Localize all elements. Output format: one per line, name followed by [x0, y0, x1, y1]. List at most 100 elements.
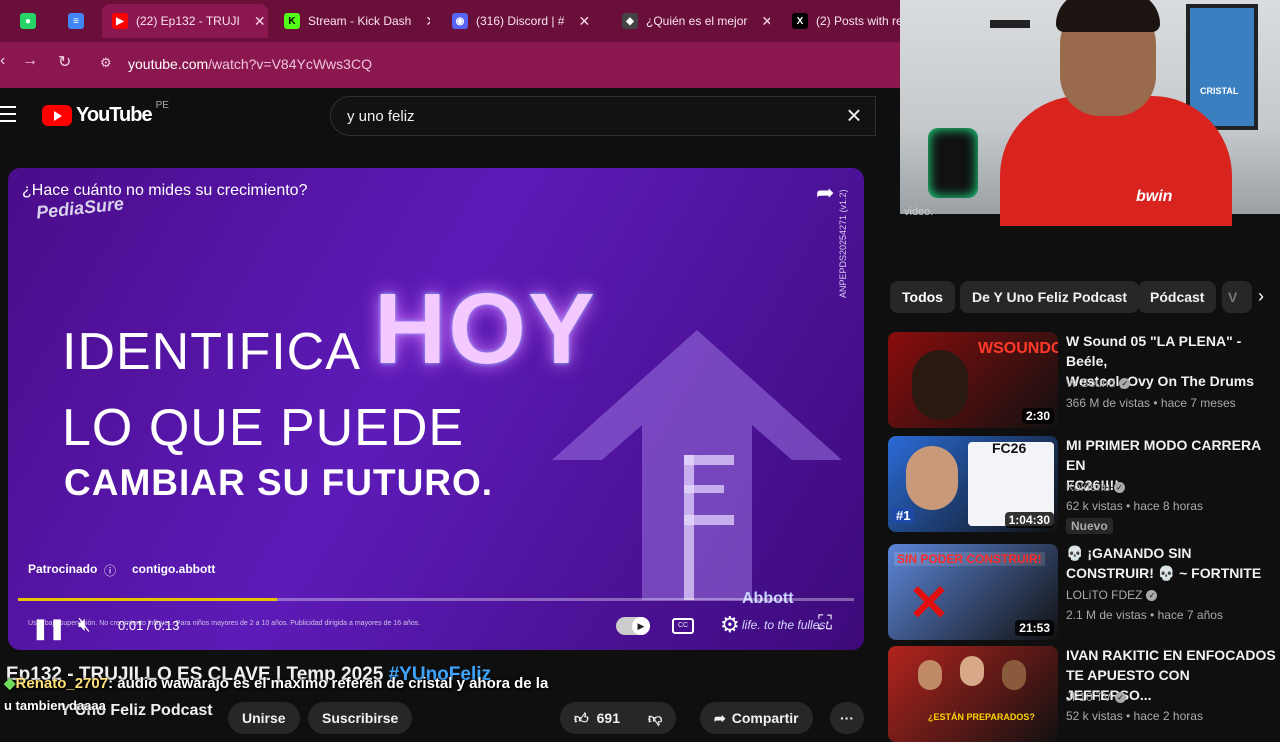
subscribe-button[interactable]: Suscribirse [308, 702, 413, 734]
tab-whatsapp[interactable]: ● [20, 4, 44, 38]
tab-youtube-active[interactable]: ▶ (22) Ep132 - TRUJI ✕ [102, 4, 268, 38]
whatsapp-icon: ● [20, 13, 36, 29]
rec-channel[interactable]: LOLiTO FDEZ ✓ [1066, 588, 1158, 602]
thumb-text: SIN PODER CONSTRUIR! [894, 552, 1045, 566]
thumb-person [906, 446, 958, 510]
webcam-person-hair [1056, 0, 1160, 32]
advertiser-domain[interactable]: contigo.abbott [132, 562, 215, 576]
captions-icon[interactable]: CC [672, 618, 694, 634]
rec-thumbnail[interactable]: ¿ESTÁN PREPARADOS? [888, 646, 1058, 742]
tab-label: ¿Quién es el mejor [646, 14, 748, 28]
thumb-cross-icon: ✕ [908, 575, 950, 631]
webcam-microphone [928, 128, 978, 198]
tab-x[interactable]: X (2) Posts with re [792, 4, 900, 38]
docs-icon: ≡ [68, 13, 84, 29]
thumb-text: FC26 [992, 440, 1027, 456]
verified-icon: ✓ [1146, 590, 1158, 602]
hamburger-menu-icon[interactable] [0, 106, 16, 127]
close-icon[interactable]: ✕ [578, 13, 590, 30]
share-button[interactable]: ➦ Compartir [700, 702, 813, 734]
youtube-logo[interactable]: YouTube PE [42, 100, 169, 127]
rec-channel[interactable]: Kolderiu ✓ [1066, 480, 1126, 494]
chat-overlay-line-2: u tambien daaaa [4, 698, 106, 713]
forward-icon[interactable]: → [22, 52, 38, 70]
duration-badge: 2:30 [1021, 408, 1054, 424]
tab-kick[interactable]: K Stream - Kick Dash ✕ [284, 4, 430, 38]
rec-thumbnail[interactable]: FC26 #1 1:04:30 [888, 436, 1058, 532]
url-domain: youtube.com [128, 56, 209, 72]
tab-discord[interactable]: ◉ (316) Discord | # ✕ [452, 4, 602, 38]
rec-channel[interactable]: JF10 TV ✓ [1066, 690, 1127, 704]
like-count: 691 [596, 710, 620, 726]
reload-icon[interactable]: ↻ [58, 52, 71, 72]
tab-label: Stream - Kick Dash [308, 14, 412, 28]
country-code: PE [155, 100, 169, 111]
dislike-icon[interactable]: 👎︎ [648, 710, 662, 727]
rec-channel-name: Kolderiu [1066, 480, 1111, 494]
rec-channel-name: JF10 TV [1066, 690, 1112, 704]
url-field[interactable]: youtube.com/watch?v=V84YcWws3CQ [128, 50, 928, 78]
site-info-icon[interactable]: ⚙ [100, 55, 112, 71]
search-input[interactable]: y uno feliz [330, 96, 876, 136]
chip-channel[interactable]: De Y Uno Feliz Podcast [960, 281, 1140, 313]
join-button[interactable]: Unirse [228, 702, 300, 734]
x-icon: X [792, 13, 808, 29]
webcam-shelf [990, 20, 1030, 28]
verified-icon: ✓ [1114, 482, 1126, 494]
thumb-person [1002, 660, 1026, 690]
more-actions-button[interactable]: ··· [830, 702, 864, 734]
verified-icon: ✓ [1115, 692, 1127, 704]
ad-headline-3: CAMBIAR SU FUTURO. [64, 462, 494, 503]
site-icon: ◆ [622, 13, 638, 29]
rec-thumbnail[interactable]: SIN PODER CONSTRUIR! ✕ 21:53 [888, 544, 1058, 640]
discord-icon: ◉ [452, 13, 468, 29]
chat-user-icon: ◆ [4, 675, 16, 692]
like-button[interactable]: 👍︎ 691 👎︎ [560, 702, 677, 734]
kick-icon: K [284, 13, 300, 29]
poster-text: CRISTAL [1200, 86, 1239, 96]
shirt-sponsor: bwin [1136, 188, 1173, 205]
ad-question: ¿Hace cuánto no mides su crecimiento? [22, 182, 308, 199]
thumb-text: WSOUNDOS [978, 340, 1058, 357]
back-icon[interactable]: ‹ [0, 52, 5, 70]
chevron-right-icon[interactable]: › [1258, 286, 1264, 307]
share-icon: ➦ [714, 710, 726, 726]
new-badge: Nuevo [1066, 518, 1113, 534]
ad-highlight: HOY [374, 273, 597, 385]
chip-partial[interactable]: V [1222, 281, 1252, 313]
rec-title[interactable]: 💀 ¡GANANDO SIN CONSTRUIR! 💀 ~ FORTNITE [1066, 543, 1276, 583]
pause-icon[interactable]: ❚❚ [32, 616, 66, 641]
thumb-person [960, 656, 984, 686]
close-icon[interactable]: ✕ [761, 13, 770, 30]
muted-volume-icon[interactable]: 🔇︎ [78, 614, 91, 637]
thumb-person [918, 660, 942, 690]
rec-title-line: MI PRIMER MODO CARRERA EN [1066, 437, 1261, 473]
rec-channel[interactable]: W Sound ✓ [1066, 376, 1131, 390]
settings-gear-icon[interactable]: ⚙ [720, 612, 740, 638]
youtube-play-icon [42, 105, 72, 126]
thumb-rank: #1 [892, 508, 915, 523]
info-icon[interactable]: ⓘ [104, 562, 116, 579]
rec-channel-name: LOLiTO FDEZ [1066, 588, 1143, 602]
share-icon[interactable]: ➦ [816, 180, 834, 206]
close-icon[interactable]: ✕ [254, 13, 266, 30]
rec-meta: 2.1 M de vistas • hace 7 años [1066, 608, 1223, 622]
chip-podcast[interactable]: Pódcast [1138, 281, 1217, 313]
tab-quien[interactable]: ◆ ¿Quién es el mejor ✕ [622, 4, 770, 38]
chat-message: : audio wawarajo es el maximo referen de… [108, 675, 549, 692]
youtube-icon: ▶ [112, 13, 128, 29]
autoplay-toggle[interactable] [616, 617, 650, 635]
rec-meta: 366 M de vistas • hace 7 meses [1066, 396, 1236, 410]
ad-headline-2: LO QUE PUEDE [62, 399, 465, 457]
fullscreen-icon[interactable]: ⛶ [818, 612, 832, 635]
clear-search-icon[interactable]: × [840, 102, 868, 130]
chip-todos[interactable]: Todos [890, 281, 955, 313]
tab-docs[interactable]: ≡ [68, 4, 92, 38]
share-label: Compartir [731, 710, 799, 726]
thumbs-up-icon: 👍︎ [574, 710, 589, 726]
rec-thumbnail[interactable]: WSOUNDOS 2:30 [888, 332, 1058, 428]
progress-fill [18, 598, 278, 601]
rec-meta: 62 k vistas • hace 8 horas [1066, 499, 1203, 513]
tab-label: (2) Posts with re [816, 14, 900, 28]
close-icon[interactable]: ✕ [425, 13, 430, 30]
